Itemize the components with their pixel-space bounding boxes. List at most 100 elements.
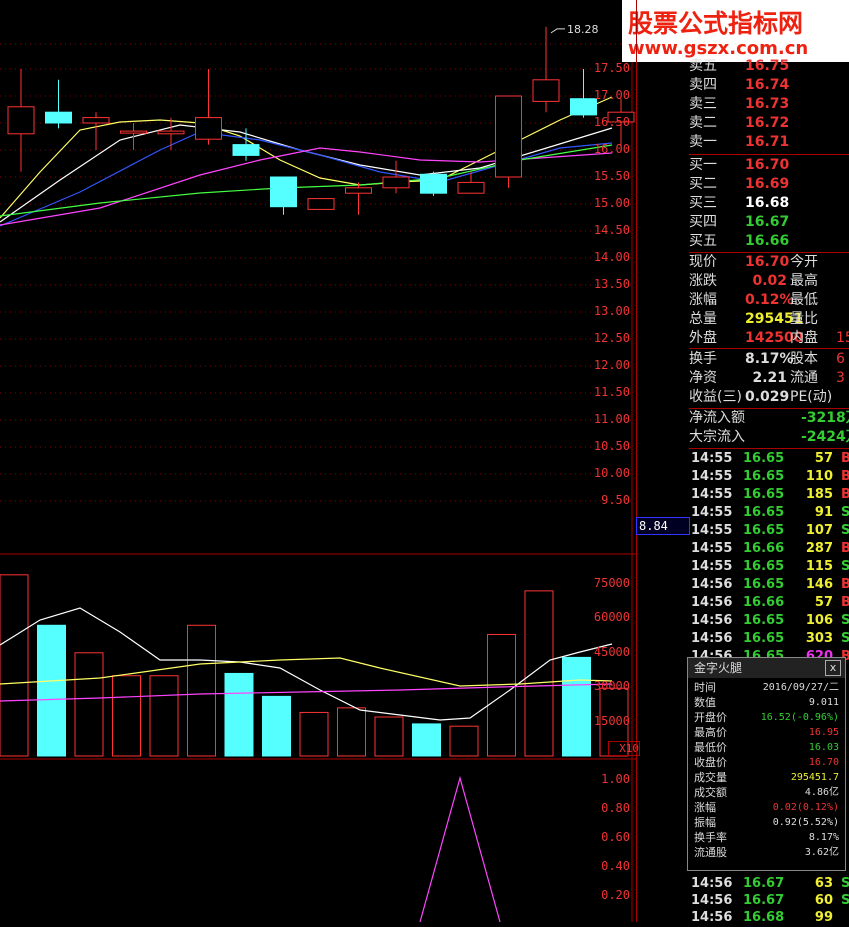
- tick-row[interactable]: 14:56 16.66 57 B: [689, 594, 849, 612]
- price-axis-label: 10.50: [593, 439, 630, 453]
- tick-row[interactable]: 14:56 16.68 99: [689, 909, 849, 927]
- popup-row-label: 时间: [694, 681, 716, 694]
- tick-volume: 57: [814, 451, 833, 466]
- tick-row[interactable]: 14:56 16.65 106 S: [689, 612, 849, 630]
- tick-side: B: [841, 469, 849, 484]
- tick-row[interactable]: 14:55 16.65 57 B: [689, 450, 849, 468]
- stat-label-2: 量比: [790, 311, 818, 327]
- popup-row-label: 开盘价: [694, 711, 727, 724]
- tick-row[interactable]: 14:56 16.65 146 B: [689, 576, 849, 594]
- flow-label: 净流入额: [689, 410, 745, 426]
- popup-row-label: 换手率: [694, 831, 727, 844]
- tick-price: 16.67: [743, 893, 785, 908]
- tick-time: 14:56: [691, 595, 733, 610]
- tick-row[interactable]: 14:55 16.65 110 B: [689, 468, 849, 486]
- popup-row-value: 9.011: [808, 697, 839, 708]
- ask-price: 16.73: [745, 96, 790, 112]
- stat-value: 0.029: [745, 389, 790, 405]
- bid-row: 买一 16.70: [689, 156, 849, 175]
- tick-time: 14:55: [691, 523, 733, 538]
- price-axis-label: 13.00: [593, 304, 630, 318]
- price-axis-label: 9.50: [601, 493, 630, 507]
- tick-side: S: [841, 876, 849, 891]
- tick-volume: 107: [805, 523, 833, 538]
- candle-body: [457, 181, 485, 194]
- stat-row: 涨幅 0.12% 最低: [689, 291, 849, 310]
- tick-row[interactable]: 14:56 16.67 63 S: [689, 875, 849, 893]
- tick-time: 14:55: [691, 487, 733, 502]
- ask-label: 卖四: [689, 77, 717, 93]
- stat-row: 净资 2.21 流通 3: [689, 369, 849, 388]
- popup-row-value: 16.95: [808, 727, 839, 738]
- tick-side: S: [841, 523, 849, 538]
- tick-row[interactable]: 14:55 16.65 107 S: [689, 522, 849, 540]
- volume-bar: [337, 707, 366, 757]
- tick-volume: 60: [814, 893, 833, 908]
- kline-svg[interactable]: 18.28: [0, 0, 636, 923]
- popup-row-value: 4.86亿: [804, 787, 839, 798]
- candle-body: [232, 144, 260, 156]
- tick-side: S: [841, 631, 849, 646]
- stat-value: 2.21: [752, 370, 787, 386]
- flow-value: -3218万: [801, 410, 849, 426]
- popup-row-label: 最高价: [694, 726, 727, 739]
- tick-price: 16.65: [743, 559, 785, 574]
- tick-price: 16.65: [743, 613, 785, 628]
- candle-body: [195, 117, 222, 140]
- flow-label: 大宗流入: [689, 429, 745, 445]
- tick-price: 16.67: [743, 876, 785, 891]
- popup-row-label: 数值: [694, 696, 716, 709]
- kline-chart-area[interactable]: 18.28 17.50 17.00 16.50 16.00 15.50 15.00 14.5…: [0, 0, 640, 923]
- volume-bar: [299, 711, 329, 757]
- volume-bar: [524, 590, 554, 757]
- price-axis-label: 11.00: [593, 412, 630, 426]
- stat-row: 换手 8.17% 股本 6: [689, 350, 849, 369]
- candle-info-popup[interactable]: 金字火腿 x 时间 2016/09/27/二 数值 9.011 开盘价 16.52(-0.…: [687, 657, 846, 871]
- ask-price: 16.71: [745, 134, 790, 150]
- bid-label: 买四: [689, 214, 717, 230]
- ask-label: 卖一: [689, 134, 717, 150]
- flow-value: -2424万: [801, 429, 849, 445]
- candle-body: [345, 187, 372, 194]
- popup-row: 开盘价 16.52(-0.96%): [688, 710, 845, 725]
- popup-row-value: 3.62亿: [804, 847, 839, 858]
- tick-row[interactable]: 14:56 16.65 303 S: [689, 630, 849, 648]
- volume-bar: [374, 716, 404, 757]
- indicator-line: [419, 775, 501, 923]
- candle-body: [45, 111, 72, 124]
- divider: [689, 348, 849, 349]
- bid-row: 买二 16.69: [689, 175, 849, 194]
- stat-label-2: PE(动): [790, 389, 833, 405]
- tick-side: B: [841, 487, 849, 502]
- popup-row: 数值 9.011: [688, 695, 845, 710]
- tick-side: S: [841, 559, 849, 574]
- popup-row-label: 最低价: [694, 741, 727, 754]
- tick-row[interactable]: 14:55 16.65 91 S: [689, 504, 849, 522]
- popup-row: 流通股 3.62亿: [688, 845, 845, 860]
- close-button[interactable]: x: [825, 660, 841, 676]
- price-axis-label: 14.50: [593, 223, 630, 237]
- tick-volume: 115: [805, 559, 833, 574]
- volume-bar: [112, 675, 141, 757]
- popup-row-value: 16.52(-0.96%): [760, 712, 839, 723]
- tick-row[interactable]: 14:55 16.65 185 B: [689, 486, 849, 504]
- high-marker: [550, 28, 565, 34]
- ask-label: 卖三: [689, 96, 717, 112]
- tick-time: 14:55: [691, 469, 733, 484]
- tick-row[interactable]: 14:56 16.67 60 S: [689, 892, 849, 910]
- bid-price: 16.67: [745, 214, 790, 230]
- price-axis-label: 10.00: [593, 466, 630, 480]
- tick-row[interactable]: 14:55 16.66 287 B: [689, 540, 849, 558]
- volume-bar: [37, 624, 66, 757]
- candle-body: [382, 176, 410, 189]
- bid-row: 买五 16.66: [689, 232, 849, 251]
- popup-row-value: 8.17%: [808, 832, 839, 843]
- tick-volume: 287: [805, 541, 833, 556]
- tick-row[interactable]: 14:55 16.65 115 S: [689, 558, 849, 576]
- stat-label: 现价: [689, 254, 717, 270]
- popup-title-bar[interactable]: 金字火腿 x: [688, 658, 845, 678]
- tick-time: 14:56: [691, 876, 733, 891]
- ask-row: 卖四 16.74: [689, 76, 849, 95]
- tick-price: 16.65: [743, 505, 785, 520]
- stat-row: 现价 16.70 今开: [689, 253, 849, 272]
